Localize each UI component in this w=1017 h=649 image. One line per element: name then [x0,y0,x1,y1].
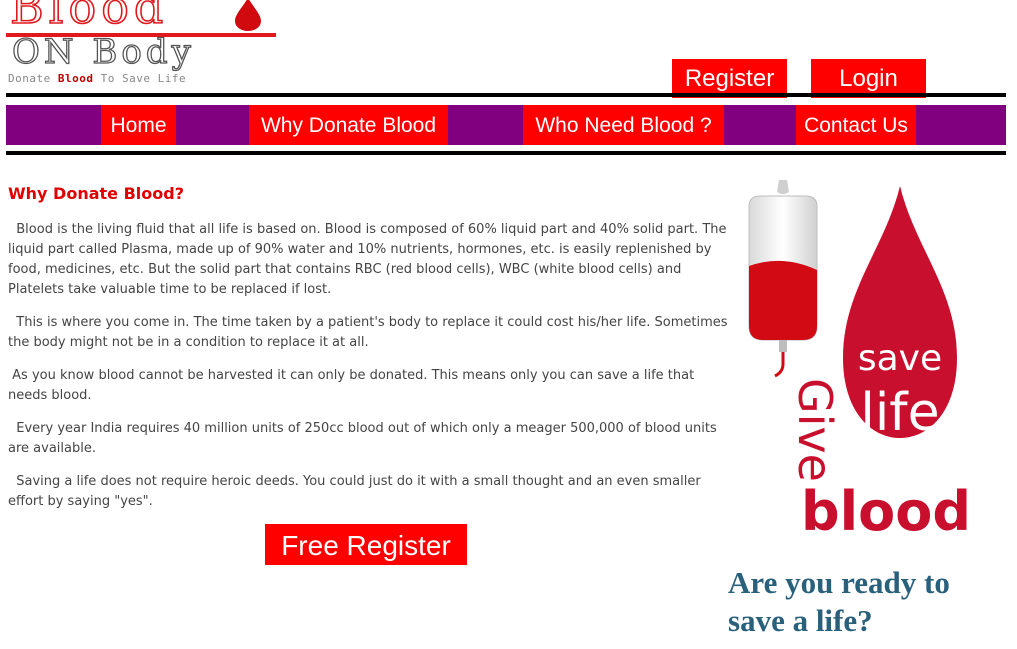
nav-divider [6,151,1006,155]
tagline-suffix: To Save Life [93,72,187,85]
poster-save-text: save [858,338,942,379]
article-body: Blood is the living fluid that all life … [8,220,730,525]
side-tagline: Are you ready to save a life? [728,565,950,638]
nav-item-who-need-blood[interactable]: Who Need Blood ? [523,105,724,145]
poster-blood-text: blood [801,480,971,538]
logo-tagline: Donate Blood To Save Life [8,72,186,85]
header-divider [6,93,1006,97]
article-paragraph: Every year India requires 40 million uni… [8,421,721,456]
article-paragraph: Blood is the living fluid that all life … [8,222,731,297]
poster-give-text: Give [788,378,842,482]
tagline-prefix: Donate [8,72,58,85]
page-title: Why Donate Blood? [8,184,184,203]
free-register-button[interactable]: Free Register [265,524,467,565]
nav-item-why-donate-blood[interactable]: Why Donate Blood [249,105,448,145]
article-paragraph: This is where you come in. The time take… [8,315,732,350]
article-paragraph: Saving a life does not require heroic de… [8,474,705,509]
site-logo[interactable]: Blood ON Body Donate Blood To Save Life [6,0,281,90]
logo-subtitle: ON Body [11,32,195,72]
nav-item-contact-us[interactable]: Contact Us [796,105,916,145]
blood-drop-icon [235,0,261,31]
logo-title: Blood [9,0,169,34]
poster-life-text: life [860,383,939,443]
main-nav: Home Why Donate Blood Who Need Blood ? C… [6,105,1006,145]
article-paragraph: As you know blood cannot be harvested it… [8,368,699,403]
nav-item-home[interactable]: Home [101,105,176,145]
blood-bag-icon [748,180,818,378]
give-blood-poster: save life Give blood [748,180,971,538]
tagline-highlight: Blood [57,72,94,85]
